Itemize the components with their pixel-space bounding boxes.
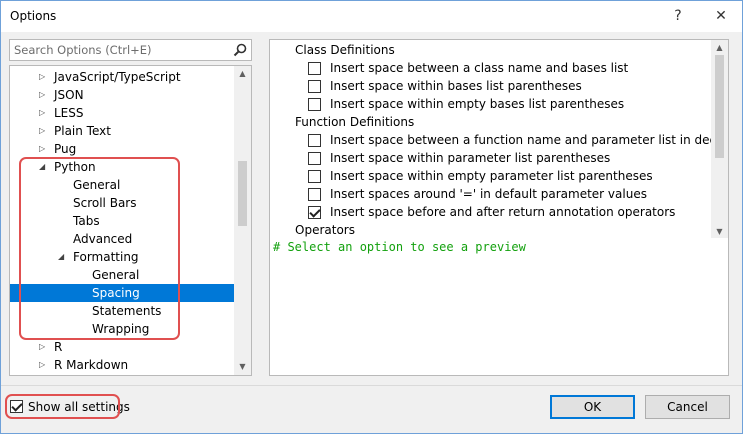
expand-arrow-icon[interactable]: ▷ (39, 140, 49, 158)
options-scrollbar[interactable]: ▲ ▼ (711, 40, 728, 240)
options-scroll-thumb[interactable] (715, 55, 724, 158)
tree-item[interactable]: ▷ R (10, 338, 234, 356)
tree-item[interactable]: ▷ JSON (10, 86, 234, 104)
tree-item-label: General (92, 268, 140, 282)
option-label: Insert space within empty parameter list… (330, 169, 653, 183)
expand-arrow-icon[interactable]: ▷ (39, 68, 49, 86)
tree-item-label: Statements (92, 304, 162, 318)
collapse-arrow-icon[interactable]: ◢ (39, 158, 49, 176)
expand-arrow-icon[interactable]: ▷ (39, 338, 49, 356)
option-label: Insert space within bases list parenthes… (330, 79, 582, 93)
option-group-header: Function Definitions (295, 115, 415, 129)
search-box (9, 39, 252, 61)
option-checkbox[interactable] (308, 62, 321, 75)
expand-arrow-icon[interactable]: ▷ (39, 104, 49, 122)
options-tree[interactable]: ▷ JavaScript/TypeScript ▷ JSON ▷ LESS ▷ Plain T… (9, 65, 252, 376)
option-checkbox[interactable] (308, 98, 321, 111)
scroll-up-arrow-icon[interactable]: ▲ (238, 69, 247, 79)
tree-item[interactable]: Tabs (10, 212, 234, 230)
tree-scrollbar[interactable]: ▲ ▼ (234, 66, 251, 375)
tree-item-label: Tabs (73, 214, 100, 228)
footer-divider (1, 385, 742, 386)
option-checkbox[interactable] (308, 170, 321, 183)
tree-item-label: JavaScript/TypeScript (54, 70, 181, 84)
tree-item-label: Advanced (73, 232, 133, 246)
expand-arrow-icon[interactable]: ▷ (39, 86, 49, 104)
ok-button[interactable]: OK (550, 395, 635, 419)
expand-arrow-icon[interactable]: ▷ (39, 122, 49, 140)
cancel-button[interactable]: Cancel (645, 395, 730, 419)
option-group-header: Class Definitions (295, 43, 395, 57)
spacing-options-list: Class Definitions Insert space between a … (269, 39, 729, 241)
tree-item-label: Spacing (92, 286, 140, 300)
option-label: Insert space within parameter list paren… (330, 151, 611, 165)
option-label: Insert spaces around '=' in default para… (330, 187, 647, 201)
tree-item-label: LESS (54, 106, 84, 120)
tree-item[interactable]: Advanced (10, 230, 234, 248)
tree-item[interactable]: Statements (10, 302, 234, 320)
option-label: Insert space between a class name and ba… (330, 61, 629, 75)
tree-item[interactable]: ▷ R Markdown (10, 356, 234, 374)
dialog-title: Options (10, 9, 57, 23)
show-all-settings-text: Show all settings (28, 400, 130, 414)
option-label: Insert space between a function name and… (330, 133, 729, 147)
collapse-arrow-icon[interactable]: ◢ (58, 248, 68, 266)
title-bar: Options ? ✕ (1, 1, 742, 32)
tree-item-label: Wrapping (92, 322, 150, 336)
help-button[interactable]: ? (664, 5, 692, 27)
show-all-settings-label: Show all settings (28, 398, 130, 416)
option-group-header: Operators (295, 223, 355, 237)
option-checkbox[interactable] (308, 134, 321, 147)
tree-item[interactable]: Wrapping (10, 320, 234, 338)
tree-item[interactable]: ◢ Formatting (10, 248, 234, 266)
options-dialog: Options ? ✕ ▷JavaScript/TypeScript▷JSON▷… (0, 0, 743, 434)
preview-text: # Select an option to see a preview (273, 240, 526, 254)
tree-item-label: R (54, 340, 63, 354)
tree-item[interactable]: General (10, 266, 234, 284)
search-icon[interactable] (232, 42, 248, 58)
tree-item[interactable]: Spacing (10, 284, 234, 302)
tree-item[interactable]: ▷ Plain Text (10, 122, 234, 140)
tree-item-label: R Markdown (54, 358, 129, 372)
tree-item[interactable]: General (10, 176, 234, 194)
option-checkbox[interactable] (308, 188, 321, 201)
option-checkbox[interactable] (308, 80, 321, 93)
tree-item-label: Python (54, 160, 96, 174)
tree-item-label: Formatting (73, 250, 139, 264)
tree-item[interactable]: ▷ Pug (10, 140, 234, 158)
tree-item-label: General (73, 178, 121, 192)
tree-item-label: Scroll Bars (73, 196, 137, 210)
tree-item[interactable]: ▷ LESS (10, 104, 234, 122)
preview-pane: # Select an option to see a preview (269, 238, 729, 376)
tree-item[interactable]: ◢ Python (10, 158, 234, 176)
tree-item-label: JSON (54, 88, 84, 102)
scroll-up-arrow-icon[interactable]: ▲ (715, 43, 724, 53)
tree-item[interactable]: Scroll Bars (10, 194, 234, 212)
tree-scroll-thumb[interactable] (238, 161, 247, 226)
option-label: Insert space before and after return ann… (330, 205, 676, 219)
scroll-down-arrow-icon[interactable]: ▼ (715, 227, 724, 237)
tree-item[interactable]: ▷ JavaScript/TypeScript (10, 68, 234, 86)
search-input[interactable] (10, 40, 230, 60)
option-checkbox[interactable] (308, 206, 321, 219)
show-all-checkbox-box[interactable] (10, 400, 23, 413)
tree-item-label: Pug (54, 142, 77, 156)
tree-item-label: Plain Text (54, 124, 111, 138)
close-button[interactable]: ✕ (707, 5, 735, 27)
scroll-down-arrow-icon[interactable]: ▼ (238, 362, 247, 372)
option-checkbox[interactable] (308, 152, 321, 165)
option-label: Insert space within empty bases list par… (330, 97, 625, 111)
expand-arrow-icon[interactable]: ▷ (39, 356, 49, 374)
